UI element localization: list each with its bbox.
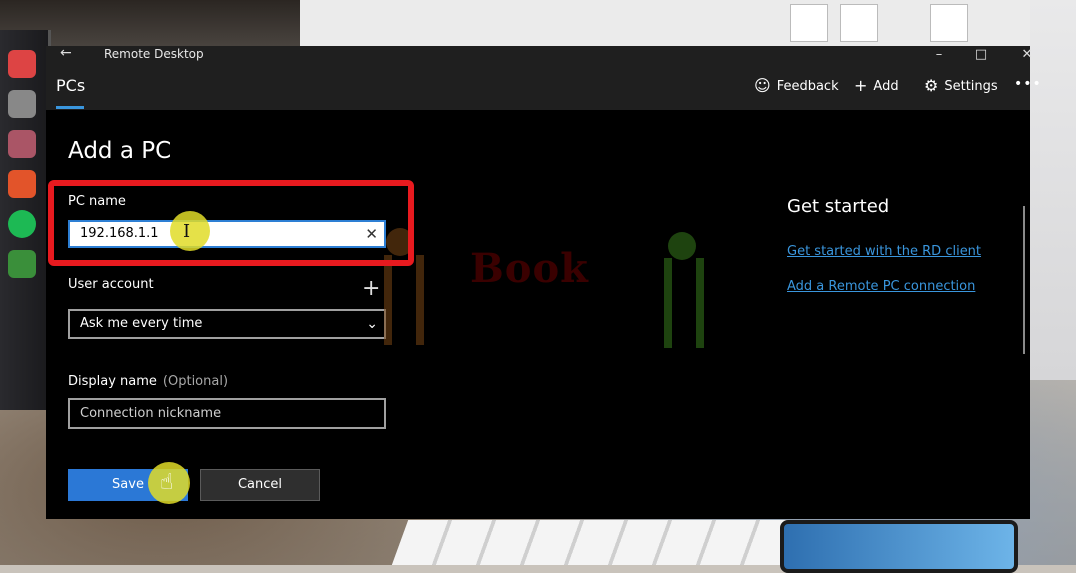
user-account-dropdown[interactable]: Ask me every time ⌄ — [68, 309, 386, 339]
background-app-icon — [8, 210, 36, 238]
add-remote-pc-link[interactable]: Add a Remote PC connection — [787, 279, 975, 294]
cancel-button[interactable]: Cancel — [200, 469, 320, 501]
title-bar: ← Remote Desktop – □ ✕ — [46, 45, 1032, 64]
app-bar: PCs ☺ Feedback + Add ⚙ Settings ••• — [46, 64, 1041, 110]
feedback-button[interactable]: ☺ Feedback — [754, 78, 839, 94]
background-file-icon — [790, 4, 828, 42]
background-window-strip — [300, 0, 1030, 46]
background-app-icon — [8, 90, 36, 118]
red-highlight-box — [48, 180, 414, 266]
settings-button[interactable]: ⚙ Settings — [924, 78, 998, 94]
user-account-value: Ask me every time — [80, 316, 203, 331]
rd-client-link[interactable]: Get started with the RD client — [787, 244, 981, 259]
display-name-input[interactable]: Connection nickname — [68, 398, 386, 429]
add-user-account-icon[interactable]: + — [362, 276, 380, 301]
background-app-icon — [8, 250, 36, 278]
background-file-icon — [840, 4, 878, 42]
tab-selected-indicator — [56, 106, 84, 109]
add-label: Add — [873, 78, 899, 94]
close-button[interactable]: ✕ — [1004, 46, 1050, 64]
scrollbar[interactable] — [1023, 206, 1025, 354]
background-phone — [780, 520, 1018, 573]
window-title: Remote Desktop — [104, 47, 204, 61]
gear-icon: ⚙ — [924, 76, 939, 95]
watermark-figure — [664, 258, 704, 348]
watermark-text: Book — [470, 245, 589, 292]
maximize-button[interactable]: □ — [958, 46, 1004, 64]
settings-label: Settings — [944, 78, 998, 94]
background-app-icon — [8, 50, 36, 78]
user-account-label: User account — [68, 277, 154, 292]
optional-hint: (Optional) — [162, 374, 229, 389]
background-app-icon — [8, 130, 36, 158]
plus-icon: + — [854, 76, 868, 95]
display-name-label: Display name (Optional) — [68, 374, 228, 389]
page-title: Add a PC — [68, 138, 172, 164]
minimize-button[interactable]: – — [916, 46, 962, 64]
feedback-label: Feedback — [776, 78, 839, 94]
background-file-icon — [930, 4, 968, 42]
smiley-icon: ☺ — [754, 76, 771, 95]
more-options-icon[interactable]: ••• — [1014, 76, 1042, 92]
tab-pcs[interactable]: PCs — [56, 76, 85, 95]
display-name-label-text: Display name — [68, 374, 157, 389]
background-app-icon — [8, 170, 36, 198]
watermark-figure-head — [668, 232, 696, 260]
text-cursor-icon: I — [183, 221, 191, 242]
watermark-figure — [384, 255, 424, 345]
back-arrow-icon[interactable]: ← — [60, 45, 72, 61]
background-laptop — [0, 30, 51, 410]
hand-pointer-icon: ☝ — [160, 470, 174, 495]
get-started-title: Get started — [787, 196, 890, 217]
chevron-down-icon: ⌄ — [366, 316, 378, 332]
display-name-placeholder: Connection nickname — [80, 406, 222, 421]
add-button[interactable]: + Add — [854, 78, 899, 94]
